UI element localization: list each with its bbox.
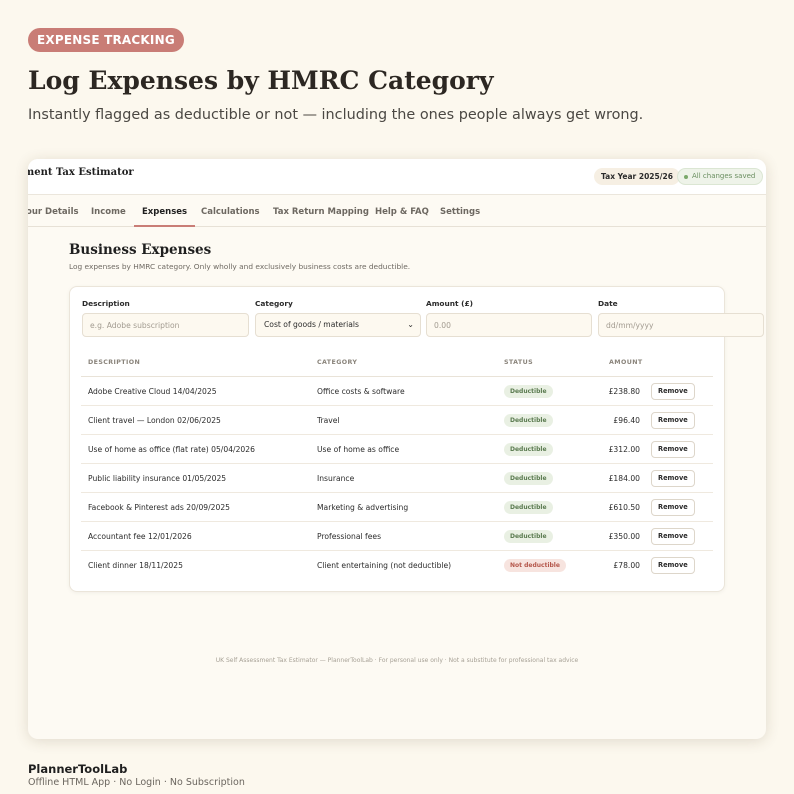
table-row: Accountant fee 12/01/2026 Professional fe… [81, 522, 713, 551]
status-badge: Deductible [504, 501, 553, 514]
remove-button[interactable]: Remove [651, 412, 695, 429]
expense-amount: £350.00 [608, 532, 640, 541]
category-select[interactable]: Cost of goods / materials ⌄ [255, 313, 421, 337]
expense-category: Marketing & advertising [317, 503, 409, 512]
expense-category: Insurance [317, 474, 355, 483]
header-amount: AMOUNT [609, 359, 643, 366]
category-select-value: Cost of goods / materials [264, 320, 359, 329]
expense-description: Adobe Creative Cloud 14/04/2025 [88, 387, 217, 396]
section-title: Business Expenses [69, 242, 212, 258]
saved-status-pill: All changes saved [677, 168, 764, 185]
tab-bar: our Details Income Expenses Calculations… [28, 195, 766, 227]
table-row: Public liability insurance 01/05/2025 Ins… [81, 464, 713, 493]
expense-category: Client entertaining (not deductible) [317, 561, 452, 570]
status-badge: Deductible [504, 385, 553, 398]
expense-amount: £312.00 [608, 445, 640, 454]
expense-description: Client travel — London 02/06/2025 [88, 416, 221, 425]
status-badge: Not deductible [504, 559, 566, 572]
expense-category: Travel [317, 416, 340, 425]
table-row: Use of home as office (flat rate) 05/04/… [81, 435, 713, 464]
status-badge: Deductible [504, 414, 553, 427]
tab-tax-return-mapping[interactable]: Tax Return Mapping [265, 195, 377, 227]
expense-description: Client dinner 18/11/2025 [88, 561, 183, 570]
expense-amount: £96.40 [613, 416, 640, 425]
page-subhead: Instantly flagged as deductible or not —… [28, 107, 644, 123]
expense-amount: £78.00 [613, 561, 640, 570]
tab-help-faq[interactable]: Help & FAQ [367, 195, 437, 227]
date-label: Date [598, 299, 618, 308]
app-footer: UK Self Assessment Tax Estimator — Plann… [215, 657, 579, 664]
expense-description: Facebook & Pinterest ads 20/09/2025 [88, 503, 231, 512]
tab-settings[interactable]: Settings [432, 195, 488, 227]
tax-year-pill[interactable]: Tax Year 2025/26 [594, 168, 680, 185]
tab-income[interactable]: Income [83, 195, 134, 227]
expense-amount: £610.50 [608, 503, 640, 512]
table-header: DESCRIPTION CATEGORY STATUS AMOUNT [81, 355, 713, 377]
tab-calculations[interactable]: Calculations [193, 195, 268, 227]
expense-amount: £184.00 [608, 474, 640, 483]
app-header: essment Tax Estimator AB Tax Year 2025/2… [28, 159, 766, 195]
remove-button[interactable]: Remove [651, 557, 695, 574]
expense-description: Use of home as office (flat rate) 05/04/… [88, 445, 255, 454]
status-badge: Deductible [504, 530, 553, 543]
category-badge: EXPENSE TRACKING [28, 28, 184, 52]
table-row: Client travel — London 02/06/2025 Travel D… [81, 406, 713, 435]
expense-category: Office costs & software [317, 387, 405, 396]
remove-button[interactable]: Remove [651, 441, 695, 458]
app-title: essment Tax Estimator [28, 167, 134, 178]
expense-description: Public liability insurance 01/05/2025 [88, 474, 227, 483]
status-dot-icon [684, 174, 688, 179]
amount-label: Amount (£) [426, 299, 474, 308]
date-input[interactable] [598, 313, 764, 337]
expense-category: Professional fees [317, 532, 382, 541]
tab-your-details[interactable]: our Details [28, 195, 87, 227]
remove-button[interactable]: Remove [651, 470, 695, 487]
description-label: Description [82, 299, 130, 308]
header-status: STATUS [504, 359, 534, 366]
saved-status-text: All changes saved [692, 172, 756, 180]
amount-input[interactable] [426, 313, 592, 337]
remove-button[interactable]: Remove [651, 499, 695, 516]
table-row: Client dinner 18/11/2025 Client entertain… [81, 551, 713, 580]
brand-tagline: Offline HTML App · No Login · No Subscri… [28, 777, 245, 788]
chevron-down-icon: ⌄ [407, 320, 414, 329]
section-description: Log expenses by HMRC category. Only whol… [69, 262, 411, 271]
status-badge: Deductible [504, 443, 553, 456]
category-label: Category [255, 299, 293, 308]
expense-category: Use of home as office [317, 445, 400, 454]
description-input[interactable] [82, 313, 249, 337]
tab-expenses[interactable]: Expenses [134, 195, 196, 227]
table-row: Facebook & Pinterest ads 20/09/2025 Marke… [81, 493, 713, 522]
header-description: DESCRIPTION [88, 359, 141, 366]
table-row: Adobe Creative Cloud 14/04/2025 Office co… [81, 377, 713, 406]
app-window: essment Tax Estimator AB Tax Year 2025/2… [28, 159, 766, 739]
remove-button[interactable]: Remove [651, 528, 695, 545]
expense-description: Accountant fee 12/01/2026 [88, 532, 192, 541]
remove-button[interactable]: Remove [651, 383, 695, 400]
page-headline: Log Expenses by HMRC Category [28, 66, 494, 95]
header-category: CATEGORY [317, 359, 358, 366]
brand-name: PlannerToolLab [28, 762, 128, 776]
status-badge: Deductible [504, 472, 553, 485]
expense-amount: £238.80 [608, 387, 640, 396]
